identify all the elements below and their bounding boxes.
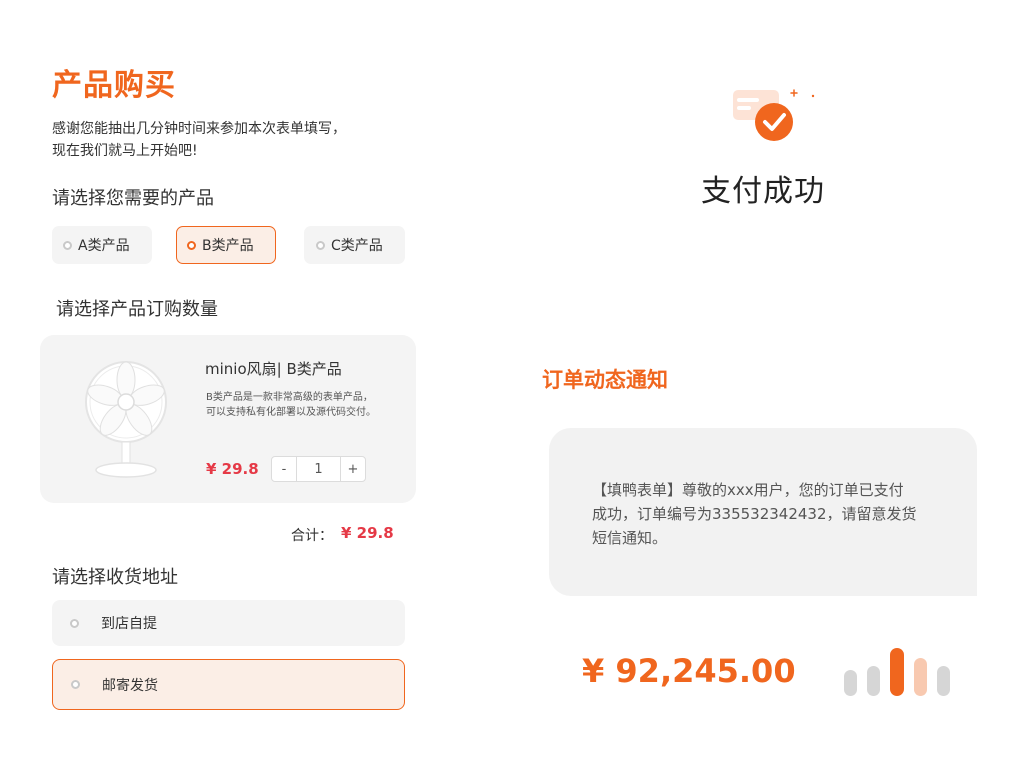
intro-text: 感谢您能抽出几分钟时间来参加本次表单填写， 现在我们就马上开始吧! [52,118,346,162]
radio-icon [63,240,72,250]
message-line-2: 成功，订单编号为335532342432，请留意发货 [592,505,917,523]
total-value: ¥ 29.8 [341,524,394,542]
product-desc-line-1: B类产品是一款非常高级的表单产品， [206,392,373,403]
address-option-label: 邮寄发货 [102,677,158,694]
product-option-b[interactable]: B类产品 [176,226,276,264]
order-notification-title: 订单动态通知 [542,368,668,392]
product-description: B类产品是一款非常高级的表单产品， 可以支持私有化部署以及源代码交付。 [206,390,386,420]
message-line-1: 【填鸭表单】尊敬的xxx用户，您的订单已支付 [592,481,904,499]
quantity-section-title: 请选择产品订购数量 [56,299,218,320]
address-section-title: 请选择收货地址 [52,567,178,588]
product-price: ¥ 29.8 [206,460,259,478]
payment-amount: ¥ 92,245.00 [582,652,796,690]
fan-product-image [85,361,167,478]
audio-bars-icon [844,648,950,696]
radio-selected-icon [187,240,196,250]
product-option-label: A类产品 [78,238,130,254]
radio-selected-icon [71,680,80,689]
address-option-label: 到店自提 [101,616,157,632]
product-option-label: C类产品 [331,238,383,254]
product-option-label: B类产品 [202,238,254,254]
increment-button[interactable]: + [341,457,365,481]
radio-icon [70,618,79,628]
radio-icon [316,240,325,250]
product-desc-line-2: 可以支持私有化部署以及源代码交付。 [206,407,376,418]
address-option-pickup[interactable]: 到店自提 [52,600,405,646]
notification-message: 【填鸭表单】尊敬的xxx用户，您的订单已支付 成功，订单编号为335532342… [592,478,942,550]
intro-line-2: 现在我们就马上开始吧! [52,143,198,159]
intro-line-1: 感谢您能抽出几分钟时间来参加本次表单填写， [52,121,346,137]
product-option-a[interactable]: A类产品 [52,226,152,264]
total-label: 合计： [291,528,333,544]
product-name: minio风扇| B类产品 [205,360,342,378]
product-option-c[interactable]: C类产品 [304,226,405,264]
product-section-title: 请选择您需要的产品 [52,188,214,209]
message-line-3: 短信通知。 [592,529,668,547]
quantity-stepper: - 1 + [271,456,366,482]
page-title: 产品购买 [52,68,176,103]
card-check-icon [733,89,815,141]
payment-success-title: 支付成功 [701,174,825,209]
address-option-mail[interactable]: 邮寄发货 [52,659,405,710]
decrement-button[interactable]: - [272,457,296,481]
quantity-input[interactable]: 1 [296,457,341,481]
